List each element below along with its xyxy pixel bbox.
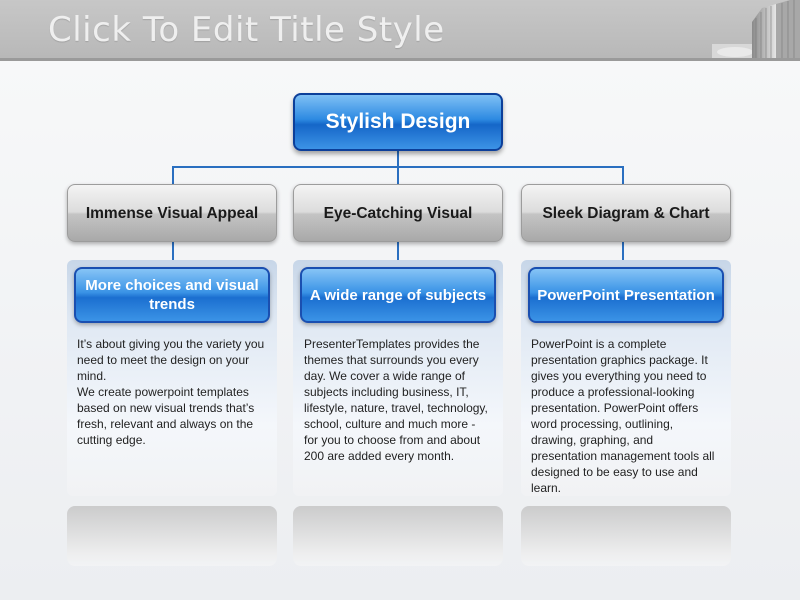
column-2-reflection bbox=[293, 506, 503, 566]
column-2-subheader-label: A wide range of subjects bbox=[309, 286, 487, 304]
connector-root-stem bbox=[397, 151, 399, 167]
root-node[interactable]: Stylish Design bbox=[293, 93, 503, 151]
title-bar: Click To Edit Title Style bbox=[0, 0, 800, 61]
column-3-header[interactable]: Sleek Diagram & Chart bbox=[521, 184, 731, 242]
connector-col-2 bbox=[397, 166, 399, 184]
column-1-subheader-label: More choices and visual trends bbox=[85, 277, 259, 313]
connector-col-3 bbox=[622, 166, 624, 184]
column-3-header-label: Sleek Diagram & Chart bbox=[542, 204, 710, 222]
column-3-subheader[interactable]: PowerPoint Presentation bbox=[528, 267, 724, 323]
column-3-description[interactable]: PowerPoint is a complete presentation gr… bbox=[531, 336, 719, 496]
column-1-subheader[interactable]: More choices and visual trends bbox=[74, 267, 270, 323]
column-3-subheader-label: PowerPoint Presentation bbox=[537, 286, 715, 304]
column-1-reflection bbox=[67, 506, 277, 566]
skyscraper-image bbox=[712, 0, 800, 58]
column-1-header-label: Immense Visual Appeal bbox=[85, 204, 259, 222]
column-2-description[interactable]: PresenterTemplates provides the themes t… bbox=[304, 336, 492, 464]
column-2-header[interactable]: Eye-Catching Visual bbox=[293, 184, 503, 242]
column-3-reflection bbox=[521, 506, 731, 566]
root-node-label: Stylish Design bbox=[325, 110, 471, 133]
column-2-subheader[interactable]: A wide range of subjects bbox=[300, 267, 496, 323]
column-2-header-label: Eye-Catching Visual bbox=[323, 204, 473, 222]
column-1-description[interactable]: It’s about giving you the variety you ne… bbox=[77, 336, 265, 448]
column-1-header[interactable]: Immense Visual Appeal bbox=[67, 184, 277, 242]
connector-col-1 bbox=[172, 166, 174, 184]
